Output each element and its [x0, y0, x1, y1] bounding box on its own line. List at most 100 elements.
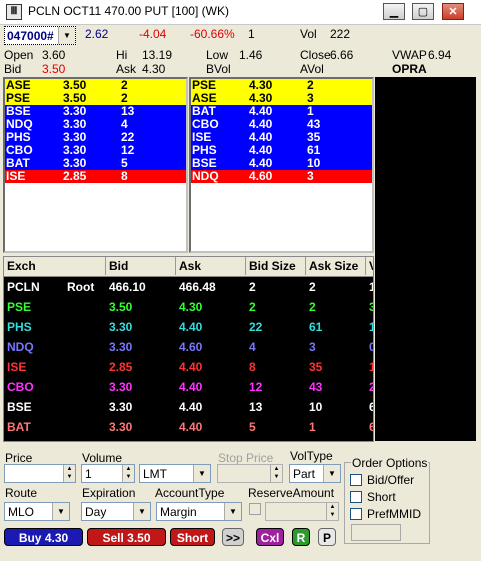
stop-price-spinner[interactable]: ▲ ▼ — [270, 465, 282, 482]
chevron-down-icon[interactable]: ▼ — [224, 503, 241, 520]
vwap-label: VWAP — [392, 48, 427, 62]
minimize-button[interactable]: ▁ — [383, 3, 405, 20]
grid-cell-bid: 2.85 — [109, 360, 133, 374]
prefmmid-checkbox[interactable] — [350, 508, 362, 520]
grid-cell-root: Root — [67, 280, 95, 294]
voltype-select[interactable]: Part ▼ — [289, 464, 341, 483]
grid-cell-bsize: 8 — [249, 360, 256, 374]
chevron-down-icon[interactable]: ▼ — [323, 465, 340, 482]
p-button[interactable]: P — [318, 528, 336, 546]
chevron-down-icon[interactable]: ▼ — [133, 503, 150, 520]
reserve-checkbox[interactable] — [249, 503, 261, 515]
chevron-down-icon[interactable]: ▼ — [58, 27, 75, 44]
grid-cell-bid: 3.50 — [106, 437, 132, 441]
order-type-select[interactable]: LMT ▼ — [139, 464, 211, 483]
col-bid-size[interactable]: Bid Size — [246, 257, 306, 275]
grid-cell-asize: 3 — [306, 437, 316, 441]
grid-cell-ask: 4.40 — [179, 320, 203, 334]
bid-book-row[interactable]: ISE 2.85 8 — [5, 170, 186, 183]
expiration-select[interactable]: Day ▼ — [81, 502, 151, 521]
bid-book-row[interactable]: ASE 3.50 2 — [5, 79, 186, 92]
grid-cell-v: 0 — [366, 337, 373, 357]
sell-button[interactable]: Sell 3.50 — [87, 528, 166, 546]
ask-label: Ask — [116, 62, 137, 76]
bid-label: Bid — [4, 62, 22, 76]
grid-row[interactable]: PSE 3.50 4.30 2 2 3 — [4, 297, 373, 317]
maximize-button[interactable]: ▢ — [412, 3, 434, 20]
col-ask-size[interactable]: Ask Size — [306, 257, 366, 275]
grid-row[interactable]: NDQ 3.30 4.60 4 3 0 — [4, 337, 373, 357]
grid-cell-exch: BAT — [7, 420, 31, 434]
grid-cell-asize: 61 — [309, 320, 323, 334]
col-exch[interactable]: Exch — [4, 257, 106, 275]
bid-book-row[interactable]: NDQ 3.30 4 — [5, 118, 186, 131]
option-quote-window: Ⅲ PCLN OCT11 470.00 PUT [100] (WK) ▁ ▢ ✕… — [0, 0, 481, 561]
ask-book-size: 3 — [307, 169, 314, 183]
grid-cell-bsize: 12 — [249, 380, 263, 394]
grid-cell-ask: 4.30 — [179, 300, 203, 314]
stop-price-input[interactable]: ▲ ▼ — [217, 464, 283, 483]
bid-book-row[interactable]: CBO 3.30 12 — [5, 144, 186, 157]
grid-cell-bsize: 13 — [249, 400, 263, 414]
route-select[interactable]: MLO ▼ — [4, 502, 70, 521]
grid-row[interactable]: BAT 3.30 4.40 5 1 6 — [4, 417, 373, 437]
vol-value: 222 — [330, 27, 351, 41]
more-button[interactable]: >> — [222, 528, 244, 546]
bid-book-row[interactable]: BAT 3.30 5 — [5, 157, 186, 170]
ask-book-row[interactable]: PSE 4.30 2 — [191, 79, 372, 92]
exchange-grid[interactable]: Exch Bid Ask Bid Size Ask Size V PCLN Roo… — [3, 256, 374, 442]
accounttype-select[interactable]: Margin ▼ — [156, 502, 242, 521]
grid-row[interactable]: BSE 3.30 4.40 13 10 6 — [4, 397, 373, 417]
reserve-label: ReserveAmount — [248, 486, 335, 500]
order-type-value: LMT — [143, 467, 167, 481]
chevron-down-icon[interactable]: ▼ — [52, 503, 69, 520]
grid-cell-asize: 10 — [309, 400, 323, 414]
grid-row[interactable]: PCLN Root 466.10 466.48 2 2 1 — [4, 277, 373, 297]
grid-cell-asize: 2 — [309, 300, 316, 314]
price-input[interactable]: ▲ ▼ — [4, 464, 76, 483]
bid-book-row[interactable]: PSE 3.50 2 — [5, 92, 186, 105]
grid-row[interactable]: PHS 3.30 4.40 22 61 1 — [4, 317, 373, 337]
col-v[interactable]: V — [366, 257, 373, 275]
grid-cell-v: 6 — [366, 437, 373, 441]
chevron-down-icon[interactable]: ▼ — [193, 465, 210, 482]
ask-book-row[interactable]: NDQ 4.60 3 — [191, 170, 372, 183]
grid-cell-exch: BSE — [7, 400, 32, 414]
bid-offer-label: Bid/Offer — [367, 473, 415, 487]
volume-input[interactable]: 1 ▲ ▼ — [81, 464, 135, 483]
buy-button[interactable]: Buy 4.30 — [4, 528, 83, 546]
grid-cell-asize: 1 — [309, 420, 316, 434]
close-button[interactable]: ✕ — [442, 3, 464, 20]
grid-row[interactable]: CBO 3.30 4.40 12 43 2 — [4, 377, 373, 397]
replace-button[interactable]: R — [292, 528, 310, 546]
bid-book-price: 2.85 — [63, 169, 87, 183]
grid-cell-v: 6 — [366, 417, 373, 437]
hi-value: 13.19 — [142, 48, 173, 62]
grid-cell-bsize: 4 — [249, 340, 256, 354]
account-select[interactable]: 047000# ▼ — [4, 26, 76, 45]
expiration-value: Day — [85, 505, 107, 519]
reserve-spinner[interactable]: ▲ ▼ — [326, 503, 338, 520]
price-spinner[interactable]: ▲ ▼ — [63, 465, 75, 482]
bid-book[interactable]: ASE 3.50 2 PSE 3.50 2 BSE 3.30 13 NDQ 3.30 4 PHS 3.30… — [3, 77, 188, 253]
ask-book-row[interactable]: ASE 4.30 3 — [191, 92, 372, 105]
short-button[interactable]: Short — [170, 528, 215, 546]
col-ask[interactable]: Ask — [176, 257, 246, 275]
short-checkbox[interactable] — [350, 491, 362, 503]
ask-book-row[interactable]: CBO 4.40 43 — [191, 118, 372, 131]
grid-row[interactable]: ASE 3.50 4.30 2 3 6 — [4, 437, 373, 441]
grid-cell-ask: 4.40 — [179, 380, 203, 394]
volume-value: 1 — [85, 467, 92, 481]
grid-row[interactable]: ISE 2.85 4.40 8 35 1 — [4, 357, 373, 377]
cancel-button[interactable]: Cxl — [256, 528, 284, 546]
grid-cell-ask: 466.48 — [179, 280, 216, 294]
ask-book-row[interactable]: ISE 4.40 35 — [191, 131, 372, 144]
grid-cell-v: 2 — [366, 377, 373, 397]
ask-book[interactable]: PSE 4.30 2 ASE 4.30 3 BAT 4.40 1 CBO 4.40 43 ISE 4.40… — [189, 77, 374, 253]
bid-offer-checkbox[interactable] — [350, 474, 362, 486]
reserve-input[interactable]: ▲ ▼ — [265, 502, 339, 521]
ask-book-row[interactable]: PHS 4.40 61 — [191, 144, 372, 157]
prefmmid-input[interactable] — [351, 524, 401, 541]
col-bid[interactable]: Bid — [106, 257, 176, 275]
volume-spinner[interactable]: ▲ ▼ — [122, 465, 134, 482]
